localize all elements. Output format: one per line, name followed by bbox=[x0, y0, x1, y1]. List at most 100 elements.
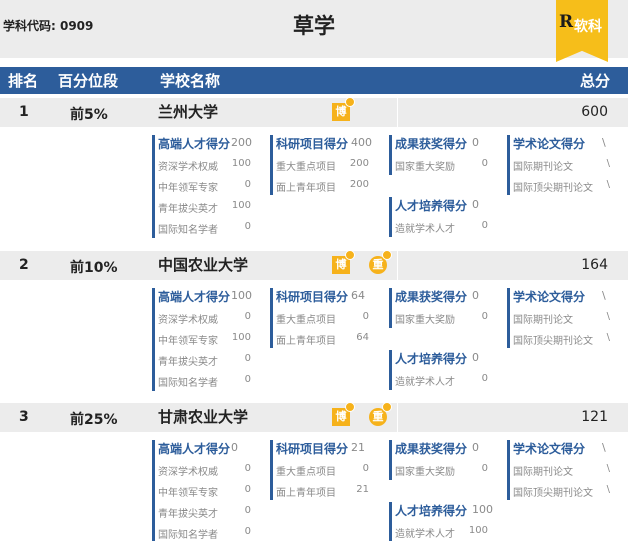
key-discipline-tag-icon: 重 bbox=[369, 402, 392, 426]
rank-value: 2 bbox=[19, 257, 29, 273]
awards-item-value: 0 bbox=[481, 311, 488, 322]
awards-item-value: 0 bbox=[481, 158, 488, 169]
training-item-label: 造就学术人才 bbox=[395, 529, 455, 540]
papers-score-value: \ bbox=[602, 289, 606, 302]
research-score-value: 21 bbox=[351, 441, 365, 454]
talent-item-label: 青年拔尖英才 bbox=[158, 509, 218, 520]
awards-score-value: 0 bbox=[472, 289, 479, 302]
research-item-label: 重大重点项目 bbox=[276, 315, 336, 326]
awards-score-group: 成果获奖得分 0 国家重大奖励 0 bbox=[389, 440, 504, 480]
research-item-label: 面上青年项目 bbox=[276, 488, 336, 499]
research-score-value: 400 bbox=[351, 136, 372, 149]
papers-score-value: \ bbox=[602, 136, 606, 149]
talent-item-value: 100 bbox=[231, 200, 251, 211]
talent-score-value: 200 bbox=[231, 136, 252, 149]
table-header: 排名 百分位段 学校名称 总分 bbox=[0, 67, 628, 94]
awards-item-label: 国家重大奖励 bbox=[395, 162, 455, 173]
talent-item-label: 中年领军专家 bbox=[158, 488, 218, 499]
talent-item-label: 中年领军专家 bbox=[158, 336, 218, 347]
training-score-value: 100 bbox=[472, 503, 493, 516]
brand-badge: R 软科 bbox=[556, 0, 608, 62]
research-score-title: 科研项目得分 bbox=[276, 137, 349, 151]
awards-score-title: 成果获奖得分 bbox=[395, 137, 468, 151]
training-item-label: 造就学术人才 bbox=[395, 377, 455, 388]
talent-item-label: 国际知名学者 bbox=[158, 530, 218, 541]
talent-score-group: 高端人才得分 200 资深学术权威 100 中年领军专家 0 青年拔尖英才 100 国际知名学者… bbox=[152, 135, 267, 238]
papers-item-value: \ bbox=[606, 311, 610, 322]
papers-item-value: \ bbox=[606, 484, 610, 495]
training-score-group: 人才培养得分 0 造就学术人才 0 bbox=[389, 197, 504, 237]
header-rank[interactable]: 排名 bbox=[8, 70, 38, 91]
total-score: 600 bbox=[581, 104, 608, 120]
total-score: 121 bbox=[581, 409, 608, 425]
percentile-value: 前10% bbox=[70, 260, 118, 276]
papers-item-label: 国际期刊论文 bbox=[513, 467, 573, 478]
training-score-value: 0 bbox=[472, 198, 479, 211]
talent-score-group: 高端人才得分 0 资深学术权威 0 中年领军专家 0 青年拔尖英才 0 国际知名学者 0 bbox=[152, 440, 267, 541]
research-item-label: 面上青年项目 bbox=[276, 336, 336, 347]
talent-score-value: 100 bbox=[231, 289, 252, 302]
training-score-group: 人才培养得分 100 造就学术人才 100 bbox=[389, 502, 504, 541]
percentile-value: 前5% bbox=[70, 107, 108, 123]
papers-score-title: 学术论文得分 bbox=[513, 442, 586, 456]
research-score-title: 科研项目得分 bbox=[276, 442, 349, 456]
talent-item-label: 青年拔尖英才 bbox=[158, 204, 218, 215]
papers-score-title: 学术论文得分 bbox=[513, 290, 586, 304]
brand-logo-icon: R bbox=[559, 12, 574, 32]
papers-score-group: 学术论文得分 \ 国际期刊论文 \ 国际顶尖期刊论文 \ bbox=[507, 440, 622, 500]
awards-item-label: 国家重大奖励 bbox=[395, 467, 455, 478]
talent-item-value: 0 bbox=[244, 463, 251, 474]
row-summary[interactable]: 3 前25% 甘肃农业大学 博重 121 bbox=[0, 402, 628, 432]
page-title: 草学 bbox=[293, 14, 335, 38]
row-summary[interactable]: 2 前10% 中国农业大学 博重 164 bbox=[0, 250, 628, 280]
talent-score-title: 高端人才得分 bbox=[158, 137, 231, 151]
talent-item-value: 0 bbox=[244, 526, 251, 537]
talent-item-label: 青年拔尖英才 bbox=[158, 357, 218, 368]
awards-score-title: 成果获奖得分 bbox=[395, 442, 468, 456]
papers-score-value: \ bbox=[602, 441, 606, 454]
training-item-value: 0 bbox=[481, 373, 488, 384]
research-item-value: 200 bbox=[349, 179, 369, 190]
awards-score-value: 0 bbox=[472, 136, 479, 149]
research-item-label: 重大重点项目 bbox=[276, 467, 336, 478]
awards-score-group: 成果获奖得分 0 国家重大奖励 0 bbox=[389, 288, 504, 328]
awards-score-value: 0 bbox=[472, 441, 479, 454]
talent-item-value: 100 bbox=[231, 332, 251, 343]
research-score-group: 科研项目得分 400 重大重点项目 200 面上青年项目 200 bbox=[270, 135, 385, 195]
research-score-title: 科研项目得分 bbox=[276, 290, 349, 304]
doctoral-tag-icon: 博 bbox=[332, 402, 355, 426]
talent-item-value: 100 bbox=[231, 158, 251, 169]
talent-score-group: 高端人才得分 100 资深学术权威 0 中年领军专家 100 青年拔尖英才 0 国际知名学者 0 bbox=[152, 288, 267, 391]
training-item-value: 100 bbox=[468, 525, 488, 536]
research-item-label: 重大重点项目 bbox=[276, 162, 336, 173]
rank-value: 1 bbox=[19, 104, 29, 120]
research-item-value: 64 bbox=[356, 332, 369, 343]
row-summary[interactable]: 1 前5% 兰州大学 博 600 bbox=[0, 97, 628, 127]
talent-item-value: 0 bbox=[244, 221, 251, 232]
divider bbox=[397, 98, 398, 127]
talent-item-label: 中年领军专家 bbox=[158, 183, 218, 194]
training-item-label: 造就学术人才 bbox=[395, 224, 455, 235]
papers-item-label: 国际期刊论文 bbox=[513, 315, 573, 326]
school-name[interactable]: 甘肃农业大学 bbox=[158, 406, 248, 427]
talent-item-value: 0 bbox=[244, 374, 251, 385]
papers-item-label: 国际期刊论文 bbox=[513, 162, 573, 173]
school-name[interactable]: 中国农业大学 bbox=[158, 254, 248, 275]
top-bar: 学科代码: 0909 草学 R 软科 bbox=[0, 0, 628, 62]
total-score: 164 bbox=[581, 257, 608, 273]
key-discipline-tag-icon: 重 bbox=[369, 250, 392, 274]
talent-item-value: 0 bbox=[244, 311, 251, 322]
talent-score-title: 高端人才得分 bbox=[158, 442, 231, 456]
school-name[interactable]: 兰州大学 bbox=[158, 101, 218, 122]
header-school[interactable]: 学校名称 bbox=[160, 70, 220, 91]
papers-item-value: \ bbox=[606, 158, 610, 169]
awards-item-label: 国家重大奖励 bbox=[395, 315, 455, 326]
research-item-value: 21 bbox=[356, 484, 369, 495]
header-total[interactable]: 总分 bbox=[580, 70, 610, 91]
header-percentile[interactable]: 百分位段 bbox=[58, 70, 118, 91]
doctoral-tag-icon: 博 bbox=[332, 250, 355, 274]
talent-score-title: 高端人才得分 bbox=[158, 290, 231, 304]
papers-item-value: \ bbox=[606, 332, 610, 343]
divider bbox=[397, 403, 398, 432]
training-item-value: 0 bbox=[481, 220, 488, 231]
